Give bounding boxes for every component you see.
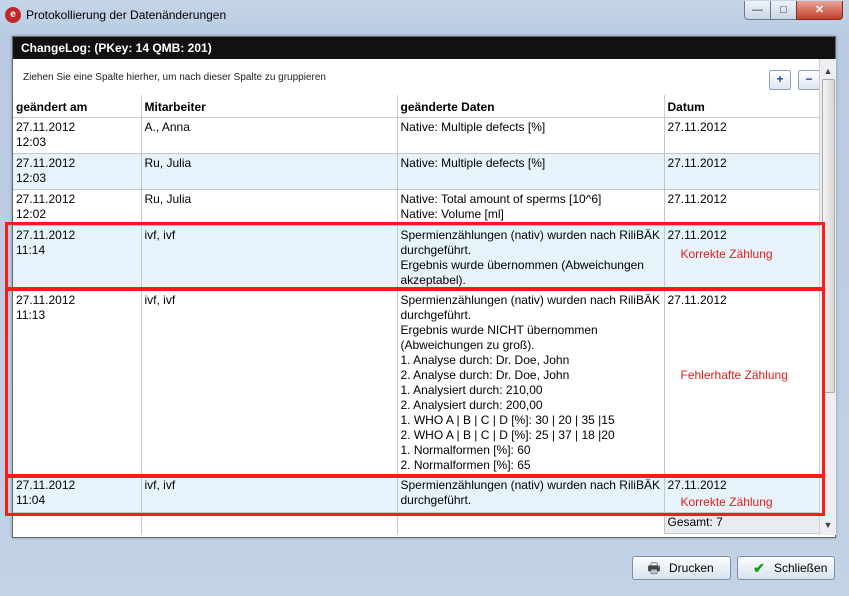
grouping-hint: Ziehen Sie eine Spalte hierher, um nach … — [23, 72, 326, 83]
annotation-faulty: Fehlerhafte Zählung — [680, 368, 788, 382]
window-title: Protokollierung der Datenänderungen — [26, 8, 227, 22]
header-row: geändert am Mitarbeiter geänderte Daten … — [13, 95, 819, 118]
cell-employee: Ru, Julia — [141, 153, 398, 190]
app-logo-icon: e — [5, 7, 21, 23]
date-text: 27.11.2012 — [667, 478, 727, 492]
cell-changed: 27.11.2012 12:03 — [13, 117, 142, 154]
dialog-window: e Protokollierung der Datenänderungen — … — [0, 0, 849, 596]
column-header-changed[interactable]: geändert am — [13, 95, 142, 118]
close-button[interactable]: ✔ Schließen — [737, 556, 835, 580]
column-header-date[interactable]: Datum — [664, 95, 819, 118]
annotation-correct: Korrekte Zählung — [680, 495, 773, 509]
checkmark-icon: ✔ — [753, 560, 765, 576]
table-row[interactable]: 27.11.2012 11:14 ivf, ivf Spermienzählun… — [13, 225, 819, 291]
close-window-button[interactable]: ✕ — [796, 1, 843, 20]
cell-employee: ivf, ivf — [141, 290, 398, 476]
collapse-all-button[interactable]: − — [798, 70, 820, 90]
expand-all-button[interactable]: + — [769, 70, 791, 90]
cell-employee: A., Anna — [141, 117, 398, 154]
cell-date: 27.11.2012 — [664, 153, 819, 190]
cell-date: 27.11.2012 — [664, 189, 819, 226]
panel-header-title: ChangeLog: (PKey: 14 QMB: 201) — [21, 41, 212, 55]
print-button[interactable]: 🖶 Drucken — [632, 556, 731, 580]
summary-row: Gesamt: 7 — [13, 512, 819, 534]
table-row[interactable]: 27.11.2012 12:03 Ru, Julia Native: Multi… — [13, 153, 819, 190]
title-bar[interactable]: e Protokollierung der Datenänderungen — … — [0, 0, 849, 30]
scroll-thumb[interactable] — [822, 79, 835, 393]
minimize-button[interactable]: — — [744, 1, 771, 20]
cell-changed: 27.11.2012 11:13 — [13, 290, 142, 476]
cell-data: Native: Total amount of sperms [10^6] Na… — [397, 189, 665, 226]
scroll-up-icon[interactable]: ▲ — [820, 63, 836, 79]
cell-employee: Ru, Julia — [141, 189, 398, 226]
cell-data: Spermienzählungen (nativ) wurden nach Ri… — [397, 475, 665, 513]
cell-employee: ivf, ivf — [141, 225, 398, 291]
date-text: 27.11.2012 — [667, 228, 727, 242]
cell-date: 27.11.2012 Korrekte Zählung — [664, 225, 819, 291]
date-text: 27.11.2012 — [667, 156, 727, 170]
cell-changed: 27.11.2012 11:04 — [13, 475, 142, 513]
printer-icon: 🖶 — [647, 560, 661, 576]
maximize-button[interactable]: □ — [770, 1, 797, 20]
vertical-scrollbar[interactable]: ▲ ▼ — [819, 59, 836, 535]
table-row[interactable]: 27.11.2012 11:13 ivf, ivf Spermienzählun… — [13, 290, 819, 476]
date-text: 27.11.2012 — [667, 120, 727, 134]
date-text: 27.11.2012 — [667, 293, 727, 307]
column-header-employee[interactable]: Mitarbeiter — [141, 95, 398, 118]
changelog-panel: ChangeLog: (PKey: 14 QMB: 201) Ziehen Si… — [12, 36, 836, 538]
cell-changed: 27.11.2012 12:03 — [13, 153, 142, 190]
cell-changed: 27.11.2012 12:02 — [13, 189, 142, 226]
cell-employee: ivf, ivf — [141, 475, 398, 513]
date-text: 27.11.2012 — [667, 192, 727, 206]
cell-data: Spermienzählungen (nativ) wurden nach Ri… — [397, 225, 665, 291]
cell-date: 27.11.2012 Fehlerhafte Zählung — [664, 290, 819, 476]
cell-data: Native: Multiple defects [%] — [397, 153, 665, 190]
close-button-label: Schließen — [774, 561, 828, 575]
changelog-grid: geändert am Mitarbeiter geänderte Daten … — [13, 95, 819, 535]
cell-date: 27.11.2012 Korrekte Zählung — [664, 475, 819, 513]
scroll-down-icon[interactable]: ▼ — [820, 517, 836, 533]
cell-data: Spermienzählungen (nativ) wurden nach Ri… — [397, 290, 665, 476]
annotation-correct: Korrekte Zählung — [680, 247, 773, 261]
total-count: Gesamt: 7 — [663, 512, 819, 534]
panel-header: ChangeLog: (PKey: 14 QMB: 201) — [13, 37, 835, 59]
print-button-label: Drucken — [669, 561, 714, 575]
table-row[interactable]: 27.11.2012 12:02 Ru, Julia Native: Total… — [13, 189, 819, 226]
changelog-table: geändert am Mitarbeiter geänderte Daten … — [13, 95, 819, 534]
column-header-changed-data[interactable]: geänderte Daten — [397, 95, 665, 118]
cell-date: 27.11.2012 — [664, 117, 819, 154]
cell-changed: 27.11.2012 11:14 — [13, 225, 142, 291]
table-row[interactable]: 27.11.2012 11:04 ivf, ivf Spermienzählun… — [13, 475, 819, 513]
cell-data: Native: Multiple defects [%] — [397, 117, 665, 154]
table-row[interactable]: 27.11.2012 12:03 A., Anna Native: Multip… — [13, 117, 819, 154]
